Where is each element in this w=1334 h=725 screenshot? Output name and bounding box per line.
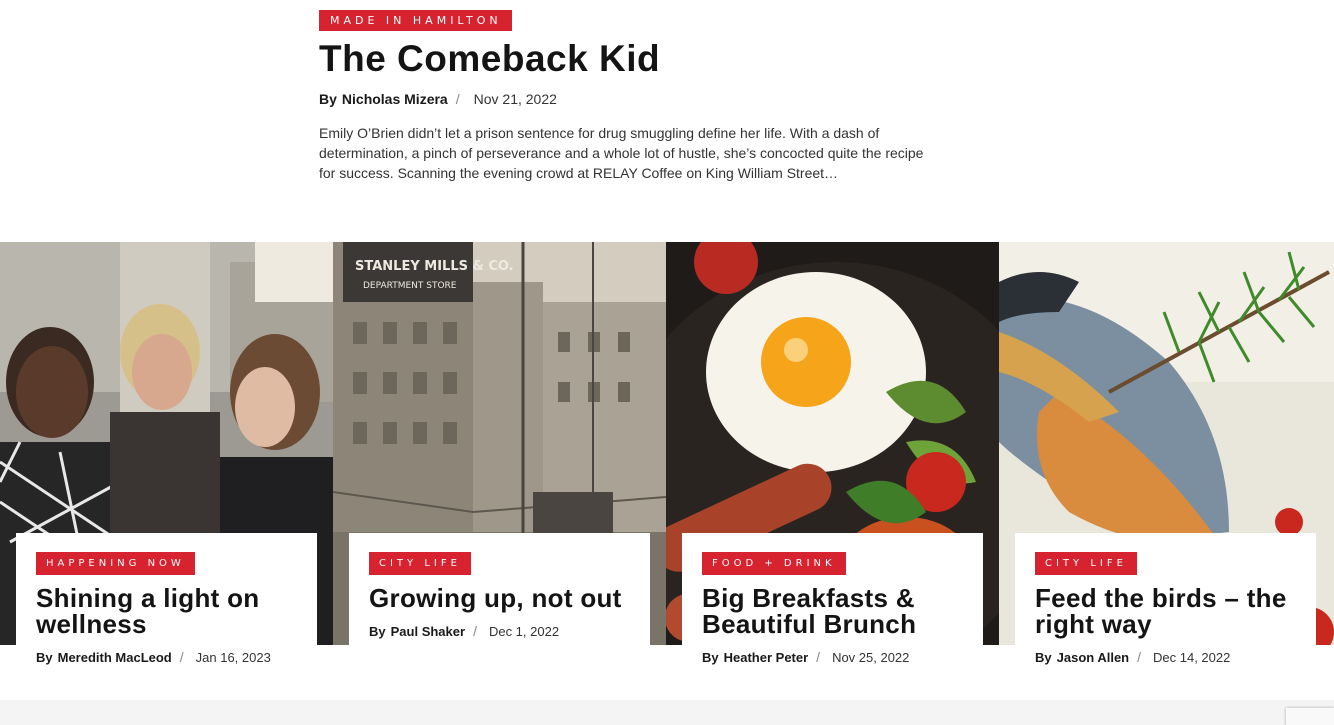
article-card: Food + Drink Big Breakfasts & Beautiful …	[682, 533, 983, 696]
category-tag[interactable]: Made in Hamilton	[319, 10, 512, 31]
byline: By Jason Allen / Dec 14, 2022	[1035, 649, 1296, 665]
byline: By Paul Shaker / Dec 1, 2022	[369, 623, 630, 639]
category-tag[interactable]: City Life	[1035, 552, 1137, 575]
author-link[interactable]: Jason Allen	[1057, 650, 1129, 665]
byline: By Meredith MacLeod / Jan 16, 2023	[36, 649, 297, 665]
page-footer-band	[0, 700, 1334, 725]
svg-text:STANLEY MILLS & CO.: STANLEY MILLS & CO.	[355, 259, 514, 274]
by-label: By	[369, 623, 386, 639]
by-label: By	[36, 649, 53, 665]
category-tag[interactable]: Happening Now	[36, 552, 195, 575]
byline: By Heather Peter / Nov 25, 2022	[702, 649, 963, 665]
byline-separator: /	[473, 623, 477, 639]
card-title[interactable]: Feed the birds – the right way	[1035, 585, 1296, 637]
article-card: City Life Feed the birds – the right way…	[1015, 533, 1316, 696]
byline-separator: /	[1137, 649, 1141, 665]
card-title[interactable]: Big Breakfasts & Beautiful Brunch	[702, 585, 963, 637]
svg-text:DEPARTMENT STORE: DEPARTMENT STORE	[363, 281, 457, 291]
by-label: By	[319, 91, 337, 107]
article-title[interactable]: The Comeback Kid	[319, 39, 939, 79]
author-link[interactable]: Heather Peter	[724, 650, 809, 665]
article-card: City Life Growing up, not out By Paul Sh…	[349, 533, 650, 696]
author-link[interactable]: Meredith MacLeod	[58, 650, 172, 665]
card-title[interactable]: Shining a light on wellness	[36, 585, 297, 637]
featured-article: Made in Hamilton The Comeback Kid By Nic…	[319, 10, 939, 183]
byline-separator: /	[179, 649, 184, 665]
article-excerpt: Emily O’Brien didn’t let a prison senten…	[319, 125, 924, 181]
byline-separator: /	[455, 91, 460, 107]
publish-date: Jan 16, 2023	[195, 649, 271, 665]
by-label: By	[1035, 649, 1052, 665]
category-tag[interactable]: Food + Drink	[702, 552, 846, 575]
by-label: By	[702, 649, 719, 665]
card-title[interactable]: Growing up, not out	[369, 585, 630, 611]
publish-date: Dec 14, 2022	[1153, 649, 1231, 665]
author-link[interactable]: Nicholas Mizera	[342, 91, 448, 107]
recaptcha-badge[interactable]	[1286, 708, 1334, 725]
category-tag[interactable]: City Life	[369, 552, 471, 575]
byline-separator: /	[816, 649, 821, 665]
publish-date: Nov 25, 2022	[832, 649, 910, 665]
author-link[interactable]: Paul Shaker	[391, 624, 465, 639]
publish-date: Nov 21, 2022	[473, 91, 557, 107]
publish-date: Dec 1, 2022	[488, 623, 560, 639]
article-card: Happening Now Shining a light on wellnes…	[16, 533, 317, 696]
byline: By Nicholas Mizera / Nov 21, 2022	[319, 91, 939, 107]
